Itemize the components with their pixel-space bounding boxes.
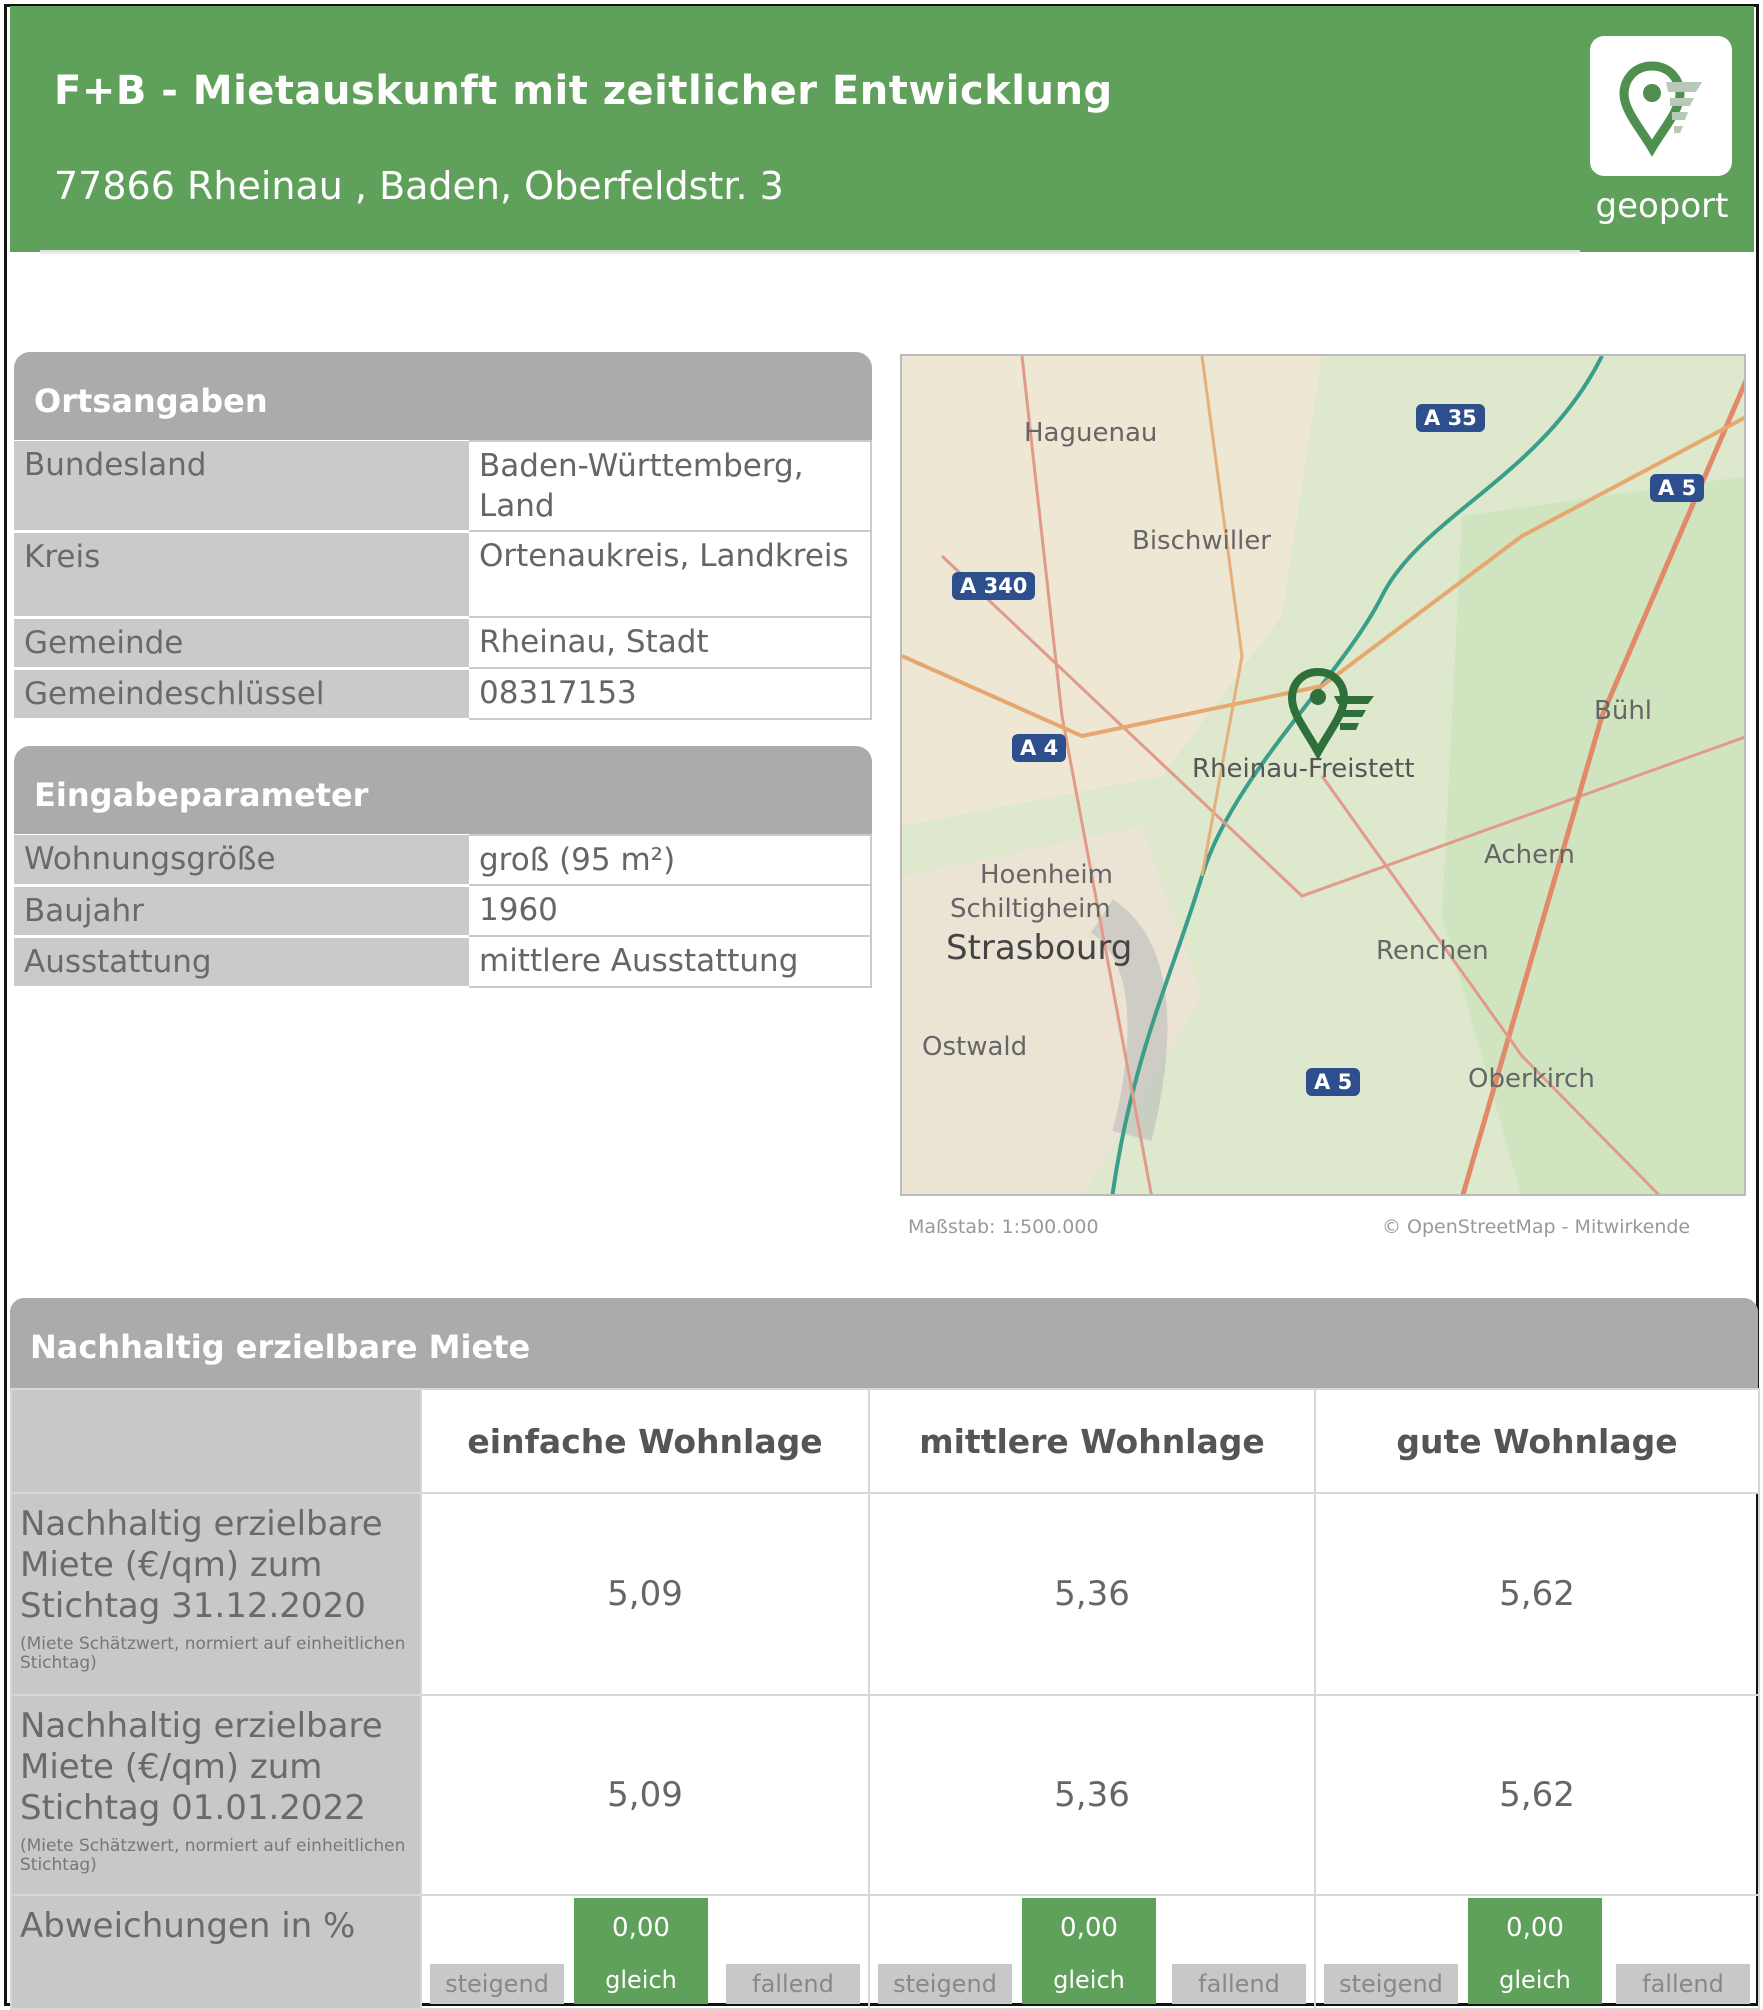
motorway-shield: A 35 bbox=[1416, 404, 1485, 432]
table-row: Wohnungsgröße groß (95 m²) bbox=[14, 834, 872, 887]
map-place-label: Strasbourg bbox=[946, 928, 1133, 968]
map-place-label: Bischwiller bbox=[1132, 526, 1272, 556]
map-place-label: Ostwald bbox=[922, 1032, 1028, 1062]
map-place-label: Oberkirch bbox=[1468, 1064, 1595, 1094]
ortsangaben-panel: Ortsangaben Bundesland Baden-Württemberg… bbox=[14, 352, 872, 721]
column-header: gute Wohnlage bbox=[1314, 1388, 1760, 1494]
table-row: Gemeindeschlüssel 08317153 bbox=[14, 667, 872, 721]
gleich-indicator: 0,00 gleich bbox=[1022, 1898, 1156, 2004]
fallend-indicator: fallend bbox=[726, 1964, 860, 2004]
motorway-shield: A 5 bbox=[1306, 1068, 1361, 1096]
deviation-cell: steigend 0,00 gleich fallend bbox=[420, 1894, 870, 2010]
map-place-label: Rheinau-Freistett bbox=[1192, 754, 1415, 784]
field-value: mittlere Ausstattung bbox=[469, 935, 872, 988]
eingabeparameter-heading: Eingabeparameter bbox=[14, 746, 872, 834]
map-place-label: Schiltigheim bbox=[950, 894, 1111, 924]
row-label: Nachhaltig erzielbare Miete (€/qm) zum S… bbox=[10, 1492, 422, 1696]
report-header: F+B - Mietauskunft mit zeitlicher Entwic… bbox=[10, 6, 1754, 252]
steigend-indicator: steigend bbox=[430, 1964, 564, 2004]
map-place-label: Renchen bbox=[1376, 936, 1489, 966]
deviation-value: 0,00 bbox=[612, 1913, 670, 1943]
map-pin-icon bbox=[1619, 61, 1702, 157]
location-pin-icon bbox=[1287, 667, 1374, 761]
field-label: Bundesland bbox=[14, 441, 469, 533]
table-row: Baujahr 1960 bbox=[14, 884, 872, 938]
field-label: Gemeinde bbox=[14, 617, 469, 670]
field-value: groß (95 m²) bbox=[469, 834, 872, 886]
column-header: einfache Wohnlage bbox=[420, 1388, 870, 1494]
gleich-label: gleich bbox=[1053, 1966, 1125, 1994]
eingabeparameter-panel: Eingabeparameter Wohnungsgröße groß (95 … bbox=[14, 746, 872, 989]
location-map[interactable]: Haguenau Bischwiller Bühl Rheinau-Freist… bbox=[900, 354, 1746, 1196]
ortsangaben-heading: Ortsangaben bbox=[14, 352, 872, 440]
rent-value: 5,09 bbox=[420, 1694, 870, 1896]
table-row: Nachhaltig erzielbare Miete (€/qm) zum S… bbox=[10, 1694, 1760, 1896]
motorway-shield: A 340 bbox=[952, 572, 1036, 600]
gleich-indicator: 0,00 gleich bbox=[1468, 1898, 1602, 2004]
corner-cell bbox=[10, 1388, 422, 1494]
report-title: F+B - Mietauskunft mit zeitlicher Entwic… bbox=[54, 68, 1113, 114]
field-value: 1960 bbox=[469, 884, 872, 937]
rent-table: einfache Wohnlage mittlere Wohnlage gute… bbox=[10, 1388, 1760, 2010]
deviation-value: 0,00 bbox=[1506, 1913, 1564, 1943]
deviation-cell: steigend 0,00 gleich fallend bbox=[868, 1894, 1316, 2010]
field-value: Ortenaukreis, Landkreis bbox=[469, 530, 872, 618]
rent-value: 5,36 bbox=[868, 1492, 1316, 1696]
row-label: Nachhaltig erzielbare Miete (€/qm) zum S… bbox=[10, 1694, 422, 1896]
field-label: Gemeindeschlüssel bbox=[14, 668, 469, 721]
field-value: Baden-Württemberg, Land bbox=[469, 440, 872, 532]
steigend-indicator: steigend bbox=[878, 1964, 1012, 2004]
rent-value: 5,62 bbox=[1314, 1694, 1760, 1896]
field-value: Rheinau, Stadt bbox=[469, 616, 872, 669]
field-label: Wohnungsgröße bbox=[14, 835, 469, 887]
gleich-label: gleich bbox=[605, 1966, 677, 1994]
report-address: 77866 Rheinau , Baden, Oberfeldstr. 3 bbox=[54, 164, 784, 208]
field-label: Ausstattung bbox=[14, 936, 469, 989]
map-place-label: Hoenheim bbox=[980, 860, 1113, 890]
map-place-label: Achern bbox=[1484, 840, 1575, 870]
map-place-label: Bühl bbox=[1594, 696, 1653, 726]
table-row: Nachhaltig erzielbare Miete (€/qm) zum S… bbox=[10, 1492, 1760, 1696]
logo-text: geoport bbox=[1595, 186, 1729, 226]
gleich-indicator: 0,00 gleich bbox=[574, 1898, 708, 2004]
field-label: Baujahr bbox=[14, 885, 469, 938]
geoport-logo bbox=[1590, 36, 1732, 176]
eingabeparameter-table: Wohnungsgröße groß (95 m²) Baujahr 1960 … bbox=[14, 834, 872, 989]
row-label-note: (Miete Schätzwert, normiert auf einheitl… bbox=[20, 1634, 406, 1673]
motorway-shield: A 4 bbox=[1012, 734, 1067, 762]
row-label-text: Nachhaltig erzielbare Miete (€/qm) zum S… bbox=[20, 1504, 383, 1626]
rent-value: 5,62 bbox=[1314, 1492, 1760, 1696]
steigend-indicator: steigend bbox=[1324, 1964, 1458, 2004]
rent-value: 5,09 bbox=[420, 1492, 870, 1696]
deviation-value: 0,00 bbox=[1060, 1913, 1118, 1943]
table-row: Kreis Ortenaukreis, Landkreis bbox=[14, 530, 872, 619]
table-header-row: einfache Wohnlage mittlere Wohnlage gute… bbox=[10, 1388, 1760, 1494]
rent-heading: Nachhaltig erzielbare Miete bbox=[10, 1298, 1758, 1388]
map-credit: © OpenStreetMap - Mitwirkende bbox=[1382, 1216, 1691, 1238]
gleich-label: gleich bbox=[1499, 1966, 1571, 1994]
row-label-note: (Miete Schätzwert, normiert auf einheitl… bbox=[20, 1836, 406, 1875]
table-row: Ausstattung mittlere Ausstattung bbox=[14, 935, 872, 989]
deviation-cell: steigend 0,00 gleich fallend bbox=[1314, 1894, 1760, 2010]
table-row: Bundesland Baden-Württemberg, Land bbox=[14, 440, 872, 533]
deviation-label: Abweichungen in % bbox=[10, 1894, 422, 2010]
ortsangaben-table: Bundesland Baden-Württemberg, Land Kreis… bbox=[14, 440, 872, 721]
rent-value: 5,36 bbox=[868, 1694, 1316, 1896]
field-value: 08317153 bbox=[469, 667, 872, 720]
fallend-indicator: fallend bbox=[1616, 1964, 1750, 2004]
header-divider bbox=[40, 250, 1580, 256]
rent-panel: Nachhaltig erzielbare Miete einfache Woh… bbox=[10, 1298, 1760, 2010]
map-scale: Maßstab: 1:500.000 bbox=[908, 1216, 1099, 1238]
fallend-indicator: fallend bbox=[1172, 1964, 1306, 2004]
field-label: Kreis bbox=[14, 531, 469, 619]
deviation-row: Abweichungen in % steigend 0,00 gleich f… bbox=[10, 1894, 1760, 2010]
column-header: mittlere Wohnlage bbox=[868, 1388, 1316, 1494]
map-place-label: Haguenau bbox=[1024, 418, 1158, 448]
motorway-shield: A 5 bbox=[1650, 474, 1705, 502]
table-row: Gemeinde Rheinau, Stadt bbox=[14, 616, 872, 670]
row-label-text: Nachhaltig erzielbare Miete (€/qm) zum S… bbox=[20, 1706, 383, 1828]
